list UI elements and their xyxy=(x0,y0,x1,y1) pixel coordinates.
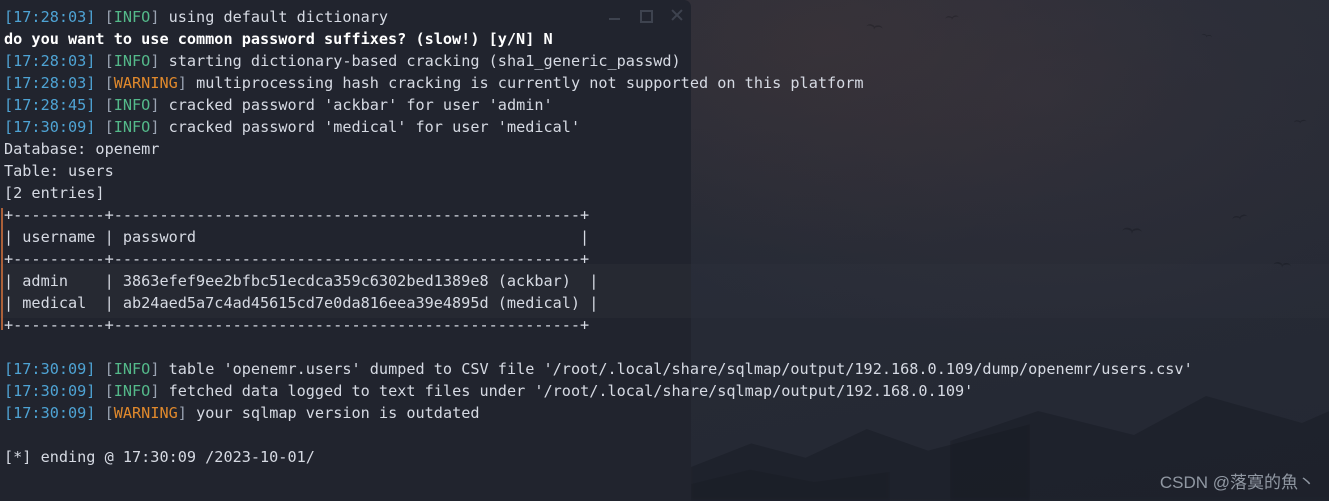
log-level: INFO xyxy=(113,382,151,400)
console-line: Table: users xyxy=(4,160,1329,182)
console-line: | medical | ab24aed5a7c4ad45615cd7e0da81… xyxy=(4,292,1329,314)
log-timestamp: [17:28:45] xyxy=(4,96,96,114)
log-level: INFO xyxy=(113,96,151,114)
log-message: using default dictionary xyxy=(159,8,389,26)
window-controls xyxy=(608,9,683,23)
log-timestamp: [17:30:09] xyxy=(4,382,96,400)
log-message: your sqlmap version is outdated xyxy=(186,404,480,422)
console-line: [2 entries] xyxy=(4,182,1329,204)
dump-text: | username | password | xyxy=(4,228,590,246)
log-timestamp: [17:28:03] xyxy=(4,74,96,92)
dump-text: Table: users xyxy=(4,162,114,180)
log-bracket-open: [ xyxy=(104,96,114,114)
close-icon[interactable] xyxy=(670,9,683,22)
terminal-output-area[interactable]: [17:28:03] [INFO] using default dictiona… xyxy=(0,0,1329,501)
log-message: table 'openemr.users' dumped to CSV file… xyxy=(159,360,1193,378)
log-timestamp: [17:30:09] xyxy=(4,404,96,422)
log-bracket-open: [ xyxy=(104,360,114,378)
log-bracket-open: [ xyxy=(104,404,114,422)
log-level: INFO xyxy=(113,118,151,136)
log-message: fetched data logged to text files under … xyxy=(159,382,974,400)
console-line: [17:30:09] [INFO] table 'openemr.users' … xyxy=(4,358,1329,380)
log-bracket-open: [ xyxy=(104,382,114,400)
log-message: cracked password 'ackbar' for user 'admi… xyxy=(159,96,553,114)
log-bracket-open: [ xyxy=(104,52,114,70)
log-message: cracked password 'medical' for user 'med… xyxy=(159,118,581,136)
log-bracket-close: ] xyxy=(177,404,187,422)
console-line: [17:30:09] [INFO] fetched data logged to… xyxy=(4,380,1329,402)
maximize-icon[interactable] xyxy=(639,9,653,23)
log-timestamp: [17:30:09] xyxy=(4,360,96,378)
console-line: [17:28:03] [INFO] starting dictionary-ba… xyxy=(4,50,1329,72)
log-level: INFO xyxy=(113,8,151,26)
scroll-marker xyxy=(1,208,3,330)
log-timestamp: [17:28:03] xyxy=(4,8,96,26)
interactive-prompt[interactable]: do you want to use common password suffi… xyxy=(4,30,553,48)
log-bracket-open: [ xyxy=(104,74,114,92)
minimize-icon[interactable] xyxy=(608,9,621,22)
console-line: [17:28:45] [INFO] cracked password 'ackb… xyxy=(4,94,1329,116)
console-line: +----------+----------------------------… xyxy=(4,248,1329,270)
log-bracket-open: [ xyxy=(104,118,114,136)
watermark: CSDN @落寞的魚丶 xyxy=(1159,473,1315,492)
dump-text: +----------+----------------------------… xyxy=(4,250,590,268)
console-line: | username | password | xyxy=(4,226,1329,248)
dump-text: | admin | 3863efef9ee2bfbc51ecdca359c630… xyxy=(4,272,599,290)
console-line: [17:30:09] [INFO] cracked password 'medi… xyxy=(4,116,1329,138)
ending-line: [*] ending @ 17:30:09 /2023-10-01/ xyxy=(4,448,315,466)
log-message: multiprocessing hash cracking is current… xyxy=(186,74,864,92)
dump-text: +----------+----------------------------… xyxy=(4,316,590,334)
log-timestamp: [17:30:09] xyxy=(4,118,96,136)
console-line: do you want to use common password suffi… xyxy=(4,28,1329,50)
log-level: WARNING xyxy=(113,404,178,422)
console-line: Database: openemr xyxy=(4,138,1329,160)
log-level: WARNING xyxy=(113,74,178,92)
dump-text: +----------+----------------------------… xyxy=(4,206,590,224)
log-level: INFO xyxy=(113,52,151,70)
console-line: [*] ending @ 17:30:09 /2023-10-01/ xyxy=(4,446,1329,468)
log-level: INFO xyxy=(113,360,151,378)
console-line: +----------+----------------------------… xyxy=(4,204,1329,226)
log-timestamp: [17:28:03] xyxy=(4,52,96,70)
log-message: starting dictionary-based cracking (sha1… xyxy=(159,52,681,70)
log-bracket-open: [ xyxy=(104,8,114,26)
dump-text: | medical | ab24aed5a7c4ad45615cd7e0da81… xyxy=(4,294,599,312)
dump-text: Database: openemr xyxy=(4,140,160,158)
console-line: [17:30:09] [WARNING] your sqlmap version… xyxy=(4,402,1329,424)
log-bracket-close: ] xyxy=(177,74,187,92)
console-line: | admin | 3863efef9ee2bfbc51ecdca359c630… xyxy=(4,270,1329,292)
console-line: +----------+----------------------------… xyxy=(4,314,1329,336)
console-line: [17:28:03] [WARNING] multiprocessing has… xyxy=(4,72,1329,94)
console-log: [17:28:03] [INFO] using default dictiona… xyxy=(0,0,1329,468)
dump-text: [2 entries] xyxy=(4,184,105,202)
